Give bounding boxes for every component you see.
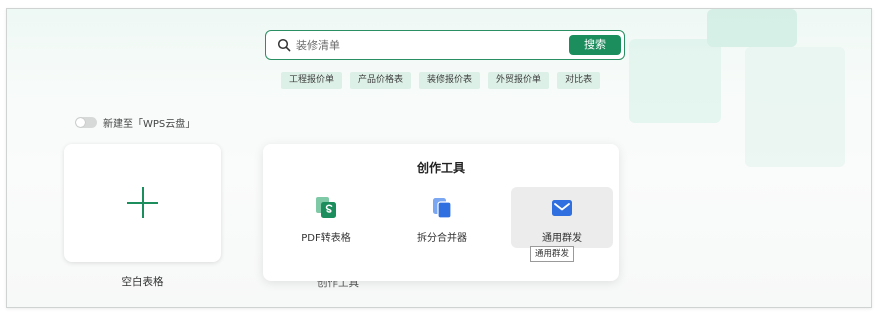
tag-foreign-trade-quote[interactable]: 外贸报价单	[488, 72, 550, 89]
mass-mailing-tooltip: 通用群发	[530, 246, 575, 262]
new-blank-sheet-label: 空白表格	[121, 276, 164, 288]
tag-product-price-list[interactable]: 产品价格表	[350, 72, 412, 89]
template-search-box: 搜索	[265, 30, 625, 60]
tool-label: 拆分合并器	[417, 233, 467, 244]
background-decoration	[745, 47, 845, 167]
mail-icon	[552, 200, 572, 216]
tool-label: 通用群发	[542, 233, 582, 244]
plus-icon	[142, 187, 144, 218]
split-merge-icon	[433, 198, 452, 219]
save-to-cloud-toggle[interactable]	[75, 116, 97, 128]
tool-split-merge[interactable]: 拆分合并器	[391, 187, 493, 248]
hot-search-tags: 工程报价单 产品价格表 装修报价表 外贸报价单 对比表	[281, 72, 601, 89]
tool-mass-mailing[interactable]: 通用群发	[511, 187, 613, 248]
background-decoration	[707, 9, 797, 47]
background-decoration	[629, 39, 721, 123]
tools-panel-title: 创作工具	[416, 161, 465, 175]
save-to-cloud-row: 新建至「WPS云盘」	[75, 115, 196, 130]
tool-pdf-to-sheet[interactable]: PDF转表格	[275, 187, 377, 248]
tool-label: PDF转表格	[301, 233, 351, 244]
search-icon	[277, 38, 291, 52]
save-to-cloud-label: 新建至「WPS云盘」	[103, 118, 196, 130]
tag-engineering-quote[interactable]: 工程报价单	[281, 72, 343, 89]
search-input[interactable]	[296, 35, 556, 55]
new-blank-sheet-card[interactable]	[64, 144, 221, 262]
tag-comparison-table[interactable]: 对比表	[557, 72, 601, 89]
pdf-to-sheet-icon	[316, 197, 336, 218]
search-button[interactable]: 搜索	[569, 34, 621, 55]
toggle-knob	[76, 117, 85, 127]
start-page: 搜索 工程报价单 产品价格表 装修报价表 外贸报价单 对比表 新建至「WPS云盘…	[6, 8, 872, 308]
tag-renovation-quote[interactable]: 装修报价表	[419, 72, 481, 89]
